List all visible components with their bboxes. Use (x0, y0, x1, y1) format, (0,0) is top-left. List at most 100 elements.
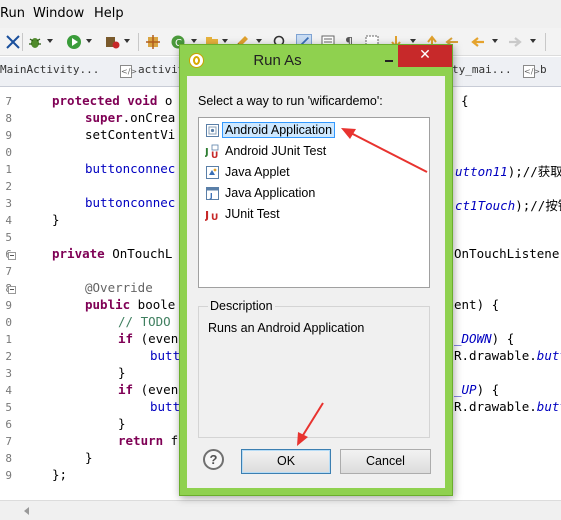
line-number: 8 (5, 112, 12, 125)
line-number: 0 (5, 146, 12, 159)
menu-window[interactable]: Window (33, 6, 84, 21)
dialog-body: Select a way to run 'wificardemo': Andro… (187, 76, 445, 488)
java-application-icon: J (206, 187, 219, 200)
ok-button[interactable]: OK (241, 449, 331, 474)
code-line: if (even (118, 382, 179, 397)
code-line: butt (150, 348, 181, 363)
menu-bar: Run Window Help (0, 0, 561, 28)
line-number: 2 (5, 350, 12, 363)
tab-main-activity[interactable]: MainActivity... (0, 63, 99, 76)
code-line: public boole (85, 297, 176, 312)
close-icon: ✕ (419, 47, 431, 63)
line-number: 3 (5, 367, 12, 380)
launch-type-list[interactable]: Android Application JU Android JUnit Tes… (198, 117, 430, 288)
line-number: 4 (5, 214, 12, 227)
debug-icon[interactable] (27, 34, 43, 50)
svg-text:J: J (205, 209, 209, 222)
fold-toggle-icon[interactable] (8, 286, 16, 294)
close-button[interactable]: ✕ (398, 45, 452, 67)
line-number: 8 (5, 452, 12, 465)
list-item-label: Java Application (225, 186, 316, 200)
line-number: 9 (5, 299, 12, 312)
code-line: if (even (118, 331, 179, 346)
run-external-tool-icon[interactable] (104, 34, 120, 50)
list-item-label: Android Application (222, 122, 336, 138)
run-icon[interactable] (66, 34, 82, 50)
code-line: // TODO (118, 314, 171, 329)
fold-toggle-icon[interactable] (8, 252, 16, 260)
line-number: 7 (5, 95, 12, 108)
code-line: buttonconnec (85, 195, 176, 210)
line-number: 1 (5, 333, 12, 346)
forward-icon[interactable] (507, 34, 523, 50)
dialog-title-bar[interactable]: Run As ✕ (180, 45, 452, 75)
code-line: } (118, 416, 126, 431)
list-item-java-application[interactable]: J Java Application (204, 184, 426, 203)
java-applet-icon (206, 166, 219, 179)
line-number: 5 (5, 401, 12, 414)
code-line: } (52, 212, 60, 227)
line-number: 9 (5, 129, 12, 142)
list-item-junit-test[interactable]: JU JUnit Test (204, 205, 426, 224)
code-line: buttonconnec (85, 161, 176, 176)
new-package-icon[interactable] (145, 34, 161, 50)
code-line: setContentVi (85, 127, 176, 142)
line-number: 5 (5, 231, 12, 244)
junit-icon: JU (205, 209, 218, 222)
dialog-title: Run As (253, 52, 302, 69)
svg-text:U: U (211, 213, 218, 222)
svg-text:U: U (211, 151, 218, 159)
list-item-java-applet[interactable]: Java Applet (204, 163, 426, 182)
list-item-label: Java Applet (225, 165, 290, 179)
junit-test-icon: JU (205, 144, 219, 159)
help-icon: ? (209, 452, 218, 467)
help-button[interactable]: ? (203, 449, 224, 470)
code-line: R.drawable.butt (454, 348, 561, 363)
svg-text:J: J (205, 147, 209, 158)
menu-run[interactable]: Run (0, 6, 25, 21)
code-line: OnTouchListene (454, 246, 560, 261)
scroll-left-icon[interactable] (24, 507, 29, 515)
horizontal-scrollbar[interactable] (0, 500, 561, 520)
line-number: 9 (5, 469, 12, 482)
line-number: 6 (5, 418, 12, 431)
code-line: super.onCrea (85, 110, 176, 125)
code-line: } (85, 450, 93, 465)
tab-activity-main-2[interactable]: ty_mai... (452, 63, 512, 76)
code-line: }; (52, 467, 68, 482)
run-as-dialog: Run As ✕ Select a way to run 'wificardem… (179, 44, 453, 496)
list-item-label: Android JUnit Test (225, 144, 327, 158)
description-heading: Description (208, 299, 275, 313)
tab-activity-main[interactable]: activit (138, 63, 184, 76)
code-line: R.drawable.butt (454, 399, 561, 414)
line-number: 1 (5, 163, 12, 176)
code-line: _DOWN) { (454, 331, 515, 346)
tab-b[interactable]: b (540, 63, 547, 76)
list-item-android-application[interactable]: Android Application (204, 121, 426, 140)
code-line: private OnTouchL (52, 246, 173, 261)
dialog-prompt: Select a way to run 'wificardemo': (198, 94, 383, 108)
code-line: protected void o (52, 93, 173, 108)
svg-text:J: J (209, 192, 213, 200)
list-item-android-junit-test[interactable]: JU Android JUnit Test (204, 142, 426, 161)
skip-breakpoints-icon[interactable] (5, 34, 21, 50)
description-text: Runs an Android Application (208, 321, 365, 335)
line-number: 4 (5, 384, 12, 397)
back-icon[interactable] (470, 34, 486, 50)
code-line: utton11);//获取 (455, 164, 561, 179)
line-number: 7 (5, 435, 12, 448)
android-application-icon (206, 124, 219, 137)
line-number: 3 (5, 197, 12, 210)
code-line: _UP) { (454, 382, 500, 397)
code-line: } (118, 365, 126, 380)
code-line: @Override (85, 280, 153, 295)
layout-file-icon-2: </> (523, 65, 541, 78)
cancel-button[interactable]: Cancel (340, 449, 431, 474)
layout-file-icon: </> (120, 65, 138, 78)
line-number: 2 (5, 180, 12, 193)
line-number: 0 (5, 316, 12, 329)
code-line: return f (118, 433, 179, 448)
menu-help[interactable]: Help (94, 6, 124, 21)
code-line: ct1Touch);//按钮 (455, 198, 561, 213)
list-item-label: JUnit Test (225, 207, 280, 221)
